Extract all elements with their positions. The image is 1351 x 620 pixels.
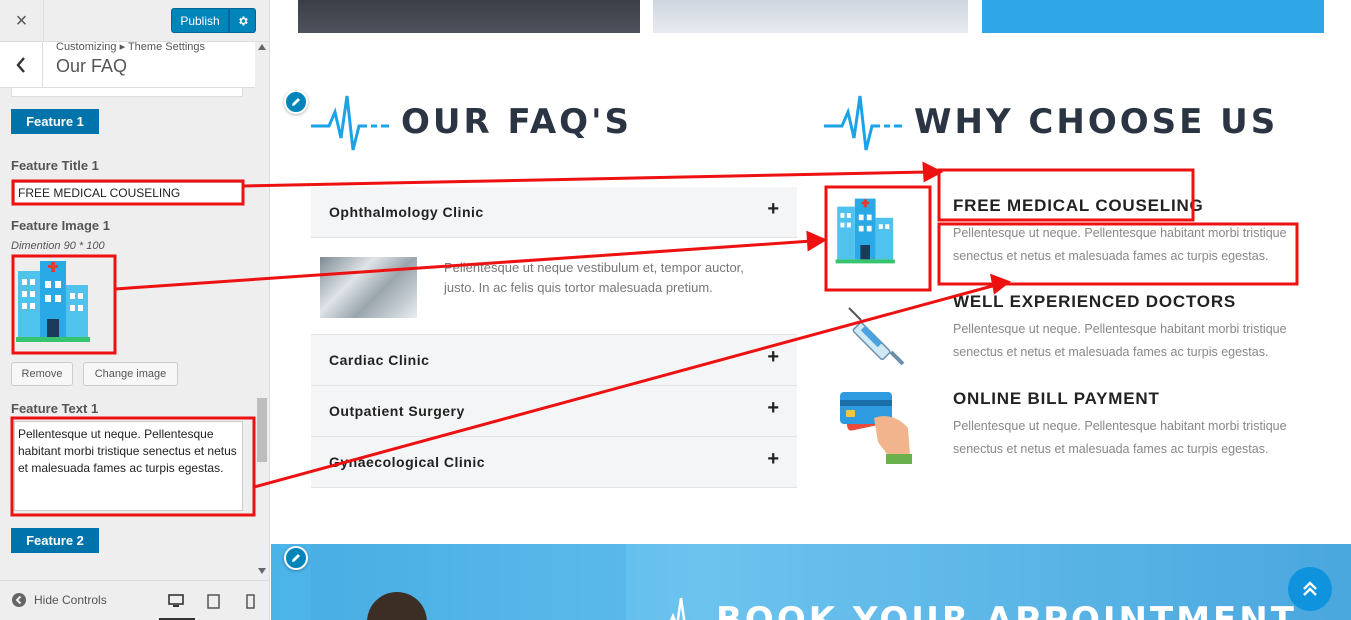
double-chevron-up-icon: [1303, 581, 1317, 596]
faq-heading-text: OUR FAQ'S: [401, 102, 632, 142]
why-feature-title: ONLINE BILL PAYMENT: [953, 389, 1160, 408]
why-feature-item: ONLINE BILL PAYMENT Pellentesque ut nequ…: [953, 389, 1303, 461]
customizer-top-bar: × Publish: [0, 0, 269, 42]
why-feature-item: FREE MEDICAL COUSELING Pellentesque ut n…: [953, 196, 1303, 268]
plus-icon[interactable]: +: [767, 346, 779, 369]
close-customizer-button[interactable]: ×: [0, 0, 44, 42]
syringe-icon: [841, 300, 921, 380]
faq-question-text: Ophthalmology Clinic: [329, 204, 484, 220]
plus-icon[interactable]: +: [767, 198, 779, 221]
faq-answer: Pellentesque ut neque vestibulum et, tem…: [311, 238, 797, 335]
appointment-section: BOOK YOUR APPOINTMENT: [271, 544, 1351, 620]
faq-question-text: Outpatient Surgery: [329, 403, 465, 419]
chevron-left-icon: [16, 57, 25, 73]
preview-mobile-button[interactable]: [241, 589, 259, 613]
faq-question[interactable]: Ophthalmology Clinic +: [311, 187, 797, 238]
feature-title-input[interactable]: [14, 182, 243, 204]
previous-input-field[interactable]: [11, 88, 243, 97]
faq-section-heading: OUR FAQ'S: [311, 92, 632, 152]
faq-question-text: Cardiac Clinic: [329, 352, 430, 368]
feature-text-label: Feature Text 1: [11, 401, 99, 416]
scroll-down-arrow-icon[interactable]: [258, 568, 266, 574]
section-title: Our FAQ: [56, 56, 128, 76]
appointment-heading: BOOK YOUR APPOINTMENT: [716, 600, 1297, 620]
feature-1-heading: Feature 1: [11, 109, 99, 134]
top-gallery-image: [298, 0, 640, 33]
why-feature-title: FREE MEDICAL COUSELING: [953, 196, 1204, 215]
feature-title-label: Feature Title 1: [11, 158, 99, 173]
section-header: Customizing ▸ Theme Settings Our FAQ: [0, 41, 255, 88]
why-feature-text: Pellentesque ut neque. Pellentesque habi…: [953, 226, 1287, 263]
preview-tablet-button[interactable]: [204, 589, 222, 613]
why-feature-title: WELL EXPERIENCED DOCTORS: [953, 292, 1237, 311]
back-button[interactable]: [0, 42, 43, 88]
faq-question[interactable]: Outpatient Surgery +: [311, 386, 797, 437]
publish-settings-button[interactable]: [229, 8, 256, 33]
feature-text-textarea[interactable]: Pellentesque ut neque. Pellentesque habi…: [14, 421, 243, 511]
tablet-icon: [206, 593, 220, 609]
change-image-button[interactable]: Change image: [83, 362, 178, 386]
edit-shortcut-faq-icon[interactable]: [284, 90, 308, 114]
faq-question[interactable]: Gynaecological Clinic +: [311, 437, 797, 488]
feature-image-description: Dimention 90 * 100: [11, 240, 105, 252]
site-preview: OUR FAQ'S WHY CHOOSE US Ophthalmology Cl…: [271, 0, 1351, 620]
controls-panel: Feature 1 Feature Title 1 Feature Image …: [0, 88, 255, 580]
breadcrumb: Customizing ▸ Theme Settings: [56, 41, 205, 53]
why-feature-text: Pellentesque ut neque. Pellentesque habi…: [953, 322, 1287, 359]
doctor-photo: [311, 544, 626, 620]
desktop-icon: [168, 594, 184, 607]
feature-image-label: Feature Image 1: [11, 218, 110, 233]
pencil-icon: [292, 98, 300, 106]
hospital-icon: [834, 193, 914, 273]
scrollbar-thumb[interactable]: [257, 398, 267, 462]
remove-image-button[interactable]: Remove: [11, 362, 73, 386]
heartbeat-icon: [824, 95, 902, 151]
mobile-icon: [245, 593, 255, 609]
faq-accordion: Ophthalmology Clinic + Pellentesque ut n…: [311, 187, 797, 488]
feature-image-preview[interactable]: [14, 255, 114, 353]
collapse-arrow-icon: [12, 593, 26, 607]
credit-card-icon: [838, 388, 918, 468]
hospital-icon: [16, 261, 90, 342]
why-heading-text: WHY CHOOSE US: [914, 102, 1279, 142]
preview-desktop-button[interactable]: [159, 589, 195, 620]
faq-question[interactable]: Cardiac Clinic +: [311, 335, 797, 386]
edit-shortcut-appointment-icon[interactable]: [284, 546, 308, 570]
hide-controls-button[interactable]: Hide Controls: [12, 593, 107, 607]
plus-icon[interactable]: +: [767, 448, 779, 471]
why-feature-text: Pellentesque ut neque. Pellentesque habi…: [953, 419, 1287, 456]
why-section-heading: WHY CHOOSE US: [824, 92, 1278, 152]
heartbeat-icon: [670, 597, 686, 620]
top-gallery-image: [653, 0, 968, 33]
customizer-footer: Hide Controls: [0, 580, 269, 620]
doctors-photo: [320, 257, 417, 318]
faq-answer-text: Pellentesque ut neque vestibulum et, tem…: [444, 260, 744, 295]
why-feature-item: WELL EXPERIENCED DOCTORS Pellentesque ut…: [953, 292, 1303, 364]
pencil-icon: [292, 554, 300, 562]
top-gallery-image: [982, 0, 1324, 33]
hide-controls-label: Hide Controls: [34, 593, 107, 607]
gear-icon: [238, 16, 248, 25]
customizer-sidebar: × Publish Customizing ▸ Theme Settings O…: [0, 0, 270, 620]
faq-question-text: Gynaecological Clinic: [329, 454, 485, 470]
heartbeat-icon: [311, 95, 389, 151]
scroll-to-top-button[interactable]: [1288, 567, 1332, 611]
scroll-up-arrow-icon[interactable]: [258, 44, 266, 50]
feature-2-heading: Feature 2: [11, 528, 99, 553]
plus-icon[interactable]: +: [767, 397, 779, 420]
publish-button[interactable]: Publish: [171, 8, 229, 33]
sidebar-scrollbar[interactable]: [255, 42, 269, 580]
